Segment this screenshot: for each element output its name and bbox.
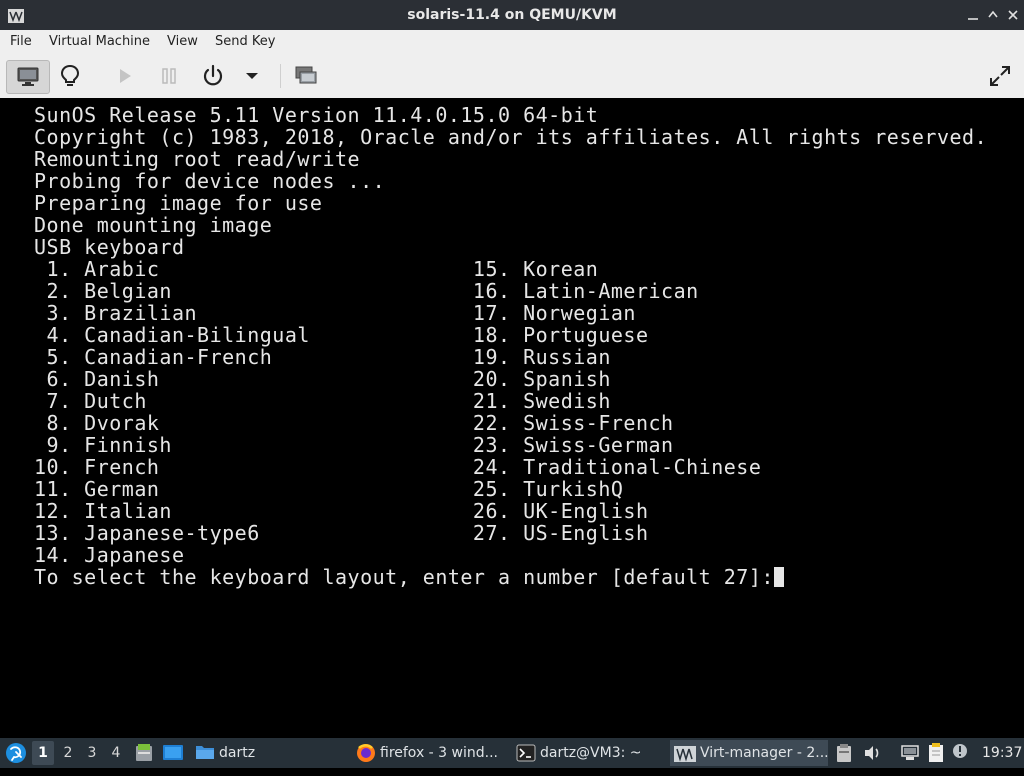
file-manager-icon: [134, 744, 154, 767]
start-menu-button[interactable]: [4, 741, 28, 765]
terminal-icon: [516, 744, 536, 766]
keyboard-option-row: 4. Canadian-Bilingual 18. Portuguese: [34, 323, 649, 347]
shutdown-button[interactable]: [196, 60, 230, 92]
toolbar-separator: [280, 64, 281, 88]
run-button[interactable]: [110, 60, 140, 92]
console-line: USB keyboard: [34, 235, 185, 259]
menubar: File Virtual Machine View Send Key: [0, 30, 1024, 54]
menu-file[interactable]: File: [10, 30, 32, 54]
keyboard-option-row: 14. Japanese: [34, 543, 185, 567]
folder-icon: [195, 743, 215, 766]
notes-icon: [926, 743, 946, 767]
firefox-icon: [356, 743, 376, 766]
task-virt-manager[interactable]: Virt-manager - 2...: [670, 740, 828, 766]
notes-tray[interactable]: [926, 743, 946, 763]
details-view-button[interactable]: [54, 60, 86, 92]
snapshots-button[interactable]: [290, 60, 322, 92]
task-firefox[interactable]: firefox - 3 wind...: [352, 740, 502, 766]
task-terminal[interactable]: dartz@VM3: ~: [512, 740, 662, 766]
keyboard-option-row: 9. Finnish 23. Swiss-German: [34, 433, 674, 457]
network-tray[interactable]: [900, 743, 920, 763]
show-desktop-icon: [162, 745, 184, 767]
console-line: SunOS Release 5.11 Version 11.4.0.15.0 6…: [34, 103, 599, 127]
lxqt-logo-icon: [4, 743, 28, 769]
clipboard-tray[interactable]: [836, 743, 854, 763]
fullscreen-icon: [988, 64, 1012, 88]
network-icon: [900, 745, 920, 767]
folder-label: dartz: [219, 745, 255, 761]
show-desktop-launcher[interactable]: [162, 743, 184, 763]
console-line: Copyright (c) 1983, 2018, Oracle and/or …: [34, 125, 988, 149]
pause-icon: [161, 67, 177, 85]
console-view-button[interactable]: [6, 60, 50, 94]
taskbar: 1 2 3 4 dartz firefox - 3 wind... dartz@…: [0, 738, 1024, 768]
task-label: dartz@VM3: ~: [540, 745, 642, 761]
task-label: Virt-manager - 2...: [700, 745, 828, 761]
console-prompt: To select the keyboard layout, enter a n…: [34, 565, 774, 589]
play-icon: [117, 67, 133, 85]
power-icon: [201, 64, 225, 88]
fullscreen-button[interactable]: [984, 60, 1016, 92]
menu-virtual-machine[interactable]: Virtual Machine: [49, 30, 150, 54]
keyboard-option-row: 11. German 25. TurkishQ: [34, 477, 624, 501]
maximize-button[interactable]: [984, 6, 1002, 24]
keyboard-option-row: 12. Italian 26. UK-English: [34, 499, 649, 523]
menu-view[interactable]: View: [167, 30, 198, 54]
volume-tray[interactable]: [862, 743, 882, 763]
keyboard-option-row: 6. Danish 20. Spanish: [34, 367, 611, 391]
console-output: SunOS Release 5.11 Version 11.4.0.15.0 6…: [34, 104, 987, 588]
console-line: Remounting root read/write: [34, 147, 361, 171]
vm-console[interactable]: SunOS Release 5.11 Version 11.4.0.15.0 6…: [0, 98, 1024, 738]
workspace-4[interactable]: 4: [105, 741, 127, 765]
workspace-2[interactable]: 2: [57, 741, 79, 765]
text-cursor: [773, 567, 784, 587]
keyboard-option-row: 13. Japanese-type6 27. US-English: [34, 521, 649, 545]
monitor-icon: [17, 67, 39, 87]
virt-manager-icon: [674, 745, 696, 766]
keyboard-option-row: 5. Canadian-French 19. Russian: [34, 345, 611, 369]
keyboard-option-row: 10. French 24. Traditional-Chinese: [34, 455, 762, 479]
task-label: firefox - 3 wind...: [380, 745, 498, 761]
console-line: Probing for device nodes ...: [34, 169, 386, 193]
clipboard-icon: [836, 744, 852, 767]
pause-button[interactable]: [154, 60, 184, 92]
lightbulb-icon: [60, 64, 80, 88]
shutdown-menu-button[interactable]: [240, 60, 264, 92]
close-button[interactable]: [1004, 6, 1022, 24]
workspace-3[interactable]: 3: [81, 741, 103, 765]
minimize-button[interactable]: [964, 6, 982, 24]
volume-icon: [862, 746, 882, 767]
menu-send-key[interactable]: Send Key: [215, 30, 275, 54]
keyboard-option-row: 1. Arabic 15. Korean: [34, 257, 599, 281]
console-line: Preparing image for use: [34, 191, 323, 215]
notification-tray[interactable]: [952, 743, 970, 763]
workspace-1[interactable]: 1: [32, 741, 54, 765]
keyboard-option-row: 8. Dvorak 22. Swiss-French: [34, 411, 674, 435]
notification-icon: [952, 744, 968, 763]
file-manager-launcher[interactable]: [134, 743, 156, 763]
keyboard-option-row: 7. Dutch 21. Swedish: [34, 389, 611, 413]
window-title: solaris-11.4 on QEMU/KVM: [407, 7, 617, 23]
clock[interactable]: 19:37: [982, 738, 1022, 768]
dropdown-arrow-icon: [245, 71, 259, 81]
folder-launcher[interactable]: dartz: [193, 740, 255, 766]
keyboard-option-row: 2. Belgian 16. Latin-American: [34, 279, 699, 303]
toolbar: [0, 54, 1024, 99]
keyboard-option-row: 3. Brazilian 17. Norwegian: [34, 301, 636, 325]
window-titlebar: solaris-11.4 on QEMU/KVM: [0, 0, 1024, 30]
snapshots-icon: [294, 65, 318, 87]
console-line: Done mounting image: [34, 213, 273, 237]
